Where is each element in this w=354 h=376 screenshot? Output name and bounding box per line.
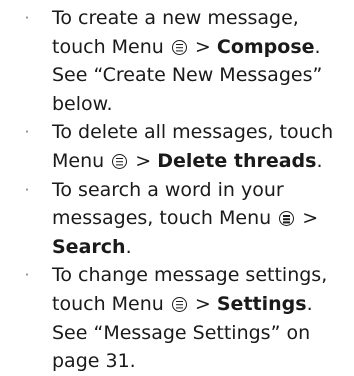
compose-label: Compose	[216, 35, 315, 58]
bullet: ·	[24, 266, 30, 285]
instruction-list: · To create a new message, touch Menu > …	[0, 4, 354, 376]
delete-threads-label: Delete threads	[157, 149, 317, 172]
menu-icon	[279, 211, 295, 227]
item-text-suffix: .	[125, 235, 132, 258]
list-item-delete: · To delete all messages, touch Menu > D…	[0, 118, 354, 175]
bullet: ·	[24, 123, 30, 142]
menu-icon	[112, 153, 128, 169]
list-item-compose: · To create a new message, touch Menu > …	[0, 4, 354, 118]
gt-symbol: >	[135, 149, 152, 172]
list-item-search: · To search a word in your messages, tou…	[0, 176, 354, 262]
bullet: ·	[24, 9, 30, 27]
gt-symbol: >	[194, 35, 211, 58]
menu-icon	[171, 296, 187, 312]
item-text: To search a word in your messages, touch…	[52, 178, 284, 230]
gt-symbol: >	[194, 292, 211, 315]
menu-icon	[171, 39, 187, 55]
search-label: Search	[52, 235, 126, 258]
settings-label: Settings	[216, 292, 307, 315]
bullet: ·	[24, 180, 30, 199]
item-text-suffix: .	[316, 149, 323, 172]
gt-symbol: >	[302, 207, 319, 230]
list-item-settings: · To change message settings, touch Menu…	[0, 261, 354, 375]
